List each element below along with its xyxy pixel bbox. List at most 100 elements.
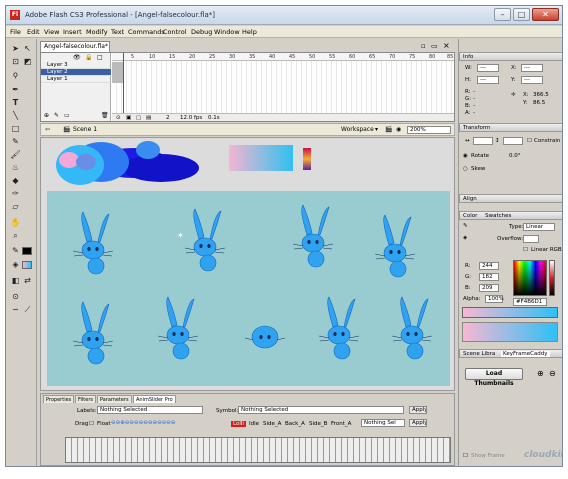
- onion-skin-icon[interactable]: ▣: [126, 114, 131, 122]
- edit-multiple-frames-icon[interactable]: ▤: [146, 114, 151, 122]
- close-button[interactable]: ✕: [532, 8, 559, 21]
- selection-tool-icon[interactable]: ➤: [10, 43, 21, 54]
- zoom-out-icon[interactable]: ⊖: [549, 369, 556, 378]
- hand-tool-icon[interactable]: ✋: [10, 217, 21, 228]
- gradient-definition-bar[interactable]: [462, 307, 558, 318]
- symbol-field[interactable]: Nothing Selected: [238, 406, 404, 414]
- pen-tool-icon[interactable]: ✒: [10, 84, 21, 95]
- swap-colors-icon[interactable]: ⇄: [22, 275, 33, 286]
- document-tab[interactable]: Angel-falsecolour.fla*: [40, 41, 110, 52]
- tab-swatches[interactable]: Swatches: [485, 213, 511, 219]
- alpha-field[interactable]: 100%: [485, 295, 504, 303]
- text-tool-icon[interactable]: T: [10, 97, 21, 108]
- zoom-select[interactable]: 200%: [407, 126, 451, 134]
- show-frame-checkbox[interactable]: ☐: [463, 453, 468, 459]
- smooth-icon[interactable]: ∽: [10, 304, 21, 315]
- stroke-color-swatch[interactable]: [22, 247, 32, 255]
- eraser-tool-icon[interactable]: ▱: [10, 201, 21, 212]
- frame-chip[interactable]: Side_A: [263, 421, 281, 427]
- outline-icon[interactable]: □: [97, 54, 103, 61]
- restore-doc-icon[interactable]: ▭: [431, 42, 438, 50]
- drag-checkbox[interactable]: ☐: [89, 421, 94, 427]
- black-white-icon[interactable]: ◧: [10, 275, 21, 286]
- brightness-slider[interactable]: [549, 260, 555, 296]
- stroke-color-icon[interactable]: ✎: [10, 245, 21, 256]
- skew-radio[interactable]: ○: [463, 166, 468, 172]
- lock-icon[interactable]: 🔒: [85, 54, 92, 61]
- stage-workarea[interactable]: ✶: [40, 137, 455, 391]
- menu-edit[interactable]: Edit: [27, 28, 40, 36]
- menu-view[interactable]: View: [44, 28, 59, 36]
- frame-ruler[interactable]: 5 10 15 20 25 30 35 40 45 50 55 60 65 70…: [112, 53, 454, 61]
- color-panel-header[interactable]: Color Swatches: [459, 211, 562, 220]
- snap-icon[interactable]: ⊙: [10, 291, 21, 302]
- tab-keyframecaddy[interactable]: KeyFrameCaddy: [500, 351, 550, 357]
- menu-text[interactable]: Text: [111, 28, 124, 36]
- layer-row[interactable]: Layer 1: [41, 76, 111, 83]
- hex-field[interactable]: #F4B6D1: [513, 298, 547, 306]
- red-field[interactable]: 244: [479, 262, 499, 270]
- add-layer-icon[interactable]: ⊕: [44, 112, 49, 119]
- h-field[interactable]: ---: [477, 76, 499, 84]
- menu-help[interactable]: Help: [242, 28, 257, 36]
- color-spectrum[interactable]: [513, 260, 547, 296]
- line-tool-icon[interactable]: ╲: [10, 110, 21, 121]
- subselection-tool-icon[interactable]: ↖: [22, 43, 33, 54]
- free-transform-tool-icon[interactable]: ⊡: [10, 56, 21, 67]
- paint-bucket-tool-icon[interactable]: ◆: [10, 175, 21, 186]
- scale-height-field[interactable]: [503, 137, 523, 145]
- labels-field[interactable]: Nothing Selected: [97, 406, 203, 414]
- menu-window[interactable]: Window: [214, 28, 240, 36]
- frame-chip[interactable]: Side_B: [309, 421, 327, 427]
- blue-field[interactable]: 209: [479, 284, 499, 292]
- scene-name[interactable]: Scene 1: [73, 126, 97, 133]
- constrain-checkbox[interactable]: ☐: [527, 138, 532, 144]
- frame-grid[interactable]: 5 10 15 20 25 30 35 40 45 50 55 60 65 70…: [112, 53, 454, 121]
- tab-color[interactable]: Color: [463, 213, 477, 219]
- ink-bottle-tool-icon[interactable]: ♨: [10, 162, 21, 173]
- library-panel-header[interactable]: Scene Libra KeyFrameCaddy: [459, 349, 562, 358]
- frame-chip[interactable]: Lolli: [231, 421, 246, 427]
- playhead[interactable]: [123, 53, 124, 121]
- add-guide-icon[interactable]: ✎: [54, 112, 59, 119]
- apply-button[interactable]: Apply: [409, 406, 427, 414]
- apply-button[interactable]: Apply: [409, 419, 427, 427]
- linear-rgb-checkbox[interactable]: ☐: [523, 247, 528, 253]
- minimize-doc-icon[interactable]: ▫: [421, 42, 426, 50]
- zoom-in-icon[interactable]: ⊕: [537, 369, 544, 378]
- type-select[interactable]: Linear: [523, 223, 555, 231]
- x-field[interactable]: ---: [521, 64, 543, 72]
- pencil-tool-icon[interactable]: ✎: [10, 136, 21, 147]
- fill-bucket-icon[interactable]: ◈: [463, 235, 467, 241]
- menu-commands[interactable]: Commands: [128, 28, 165, 36]
- center-frame-icon[interactable]: ⊙: [116, 114, 121, 122]
- lasso-tool-icon[interactable]: ϙ: [10, 69, 21, 80]
- menu-modify[interactable]: Modify: [86, 28, 108, 36]
- fill-color-swatch[interactable]: [22, 261, 32, 269]
- edit-scene-icon[interactable]: 🎬: [385, 126, 392, 133]
- frame-chip[interactable]: Idle: [249, 421, 259, 427]
- layer-row[interactable]: Layer 2: [41, 69, 111, 76]
- stage[interactable]: ✶: [47, 191, 450, 386]
- menu-debug[interactable]: Debug: [191, 28, 212, 36]
- minimize-button[interactable]: –: [494, 8, 511, 21]
- overflow-select[interactable]: [523, 235, 539, 243]
- info-panel-header[interactable]: Info: [459, 52, 562, 61]
- close-doc-icon[interactable]: ×: [443, 41, 450, 50]
- frame-select[interactable]: Nothing Sel: [361, 419, 405, 427]
- eyedropper-tool-icon[interactable]: ✑: [10, 188, 21, 199]
- menu-file[interactable]: File: [10, 28, 21, 36]
- scale-width-field[interactable]: [473, 137, 493, 145]
- rectangle-tool-icon[interactable]: □: [10, 123, 21, 134]
- tab-animslider[interactable]: AnimSlider Pro: [133, 395, 176, 403]
- layer-row[interactable]: Layer 3: [41, 62, 111, 69]
- stroke-pencil-icon[interactable]: ✎: [463, 223, 468, 229]
- maximize-button[interactable]: □: [513, 8, 530, 21]
- tab-filters[interactable]: Filters: [75, 395, 96, 403]
- rotate-radio[interactable]: ◉: [463, 153, 468, 159]
- rotate-field[interactable]: 0.0°: [509, 153, 521, 159]
- gradient-transform-tool-icon[interactable]: ◩: [22, 56, 33, 67]
- w-field[interactable]: ---: [477, 64, 499, 72]
- green-field[interactable]: 182: [479, 273, 499, 281]
- back-arrow-icon[interactable]: ⇦: [45, 126, 50, 133]
